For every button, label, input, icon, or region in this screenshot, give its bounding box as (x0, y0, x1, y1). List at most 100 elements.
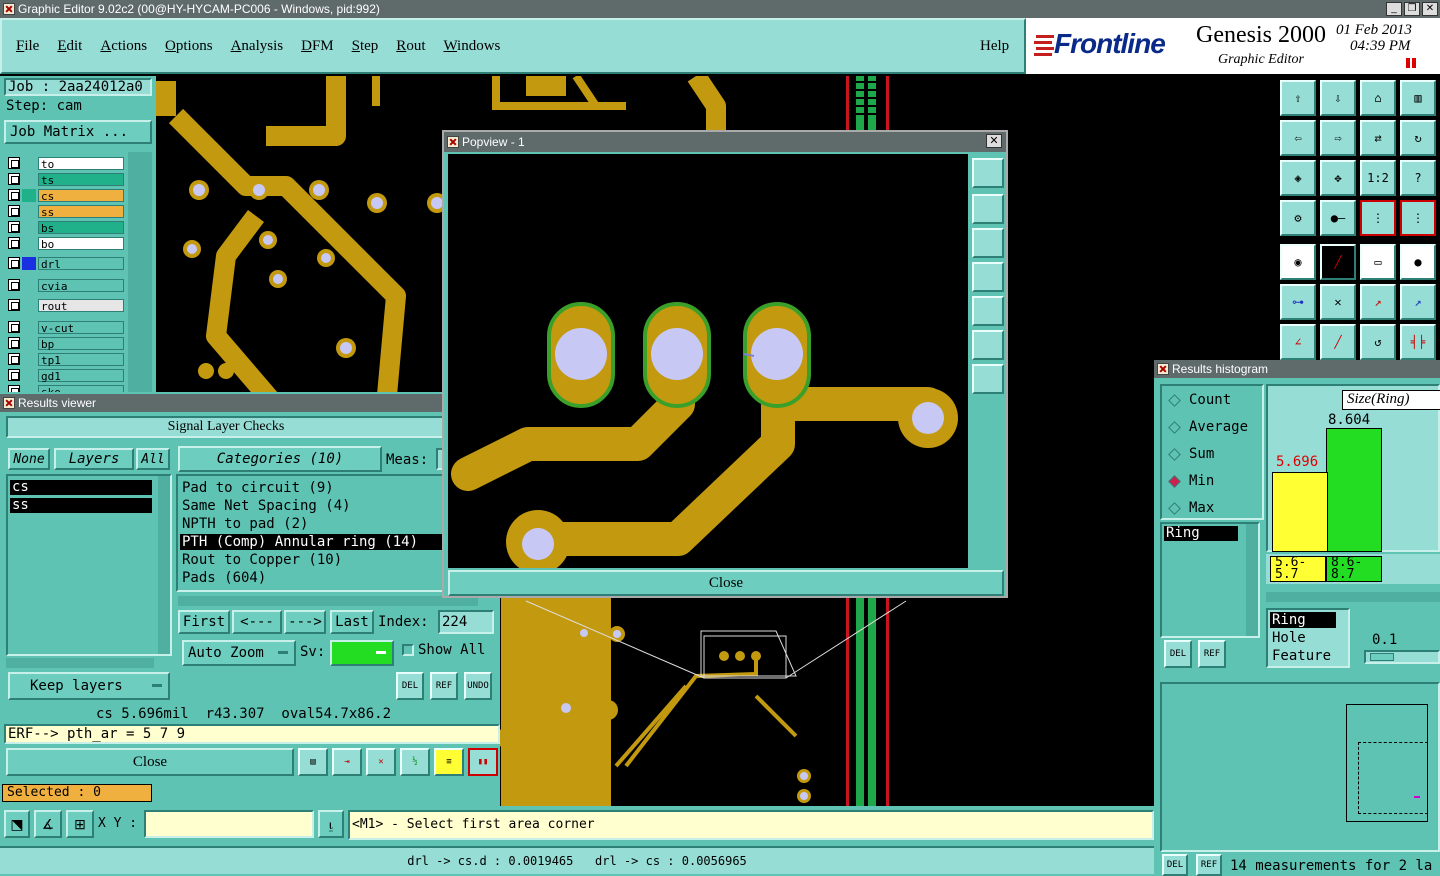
result-layer-item[interactable]: cs (10, 480, 152, 495)
layer-name[interactable]: ss (38, 204, 124, 219)
category-item[interactable]: Rout to Copper (10) (180, 552, 442, 568)
point-to-point-icon[interactable]: ↗ (1360, 284, 1396, 320)
layer-checkbox[interactable] (8, 237, 20, 249)
layer-row[interactable]: ss (8, 204, 124, 219)
layer-color-swatch[interactable] (22, 236, 36, 250)
layer-checkbox[interactable] (8, 299, 20, 311)
layer-color-swatch[interactable] (22, 278, 36, 292)
layer-row[interactable]: ts (8, 172, 124, 187)
close-window-button[interactable]: ✕ (1422, 2, 1438, 16)
radio-diamond-icon[interactable] (1168, 393, 1181, 407)
histogram-overview[interactable] (1160, 682, 1440, 852)
results-close-button[interactable]: Close (6, 748, 294, 776)
ref-button[interactable]: REF (430, 672, 458, 700)
histogram-field-item[interactable]: Ring (1164, 526, 1238, 541)
popview-up-icon[interactable] (972, 194, 1004, 224)
histogram-option[interactable]: Min (1166, 473, 1214, 489)
menu-analysis[interactable]: Analysis (231, 38, 284, 55)
sequence-icon[interactable]: ½ (400, 748, 430, 776)
keep-layers-dropdown[interactable]: Keep layers (8, 672, 170, 700)
show-all-checkbox[interactable] (402, 644, 414, 656)
snap-icon[interactable]: ⬔ (4, 810, 30, 838)
layer-row[interactable]: gd1 (8, 368, 124, 383)
layer-checkbox[interactable] (8, 321, 20, 333)
pan-right-icon[interactable]: ⇨ (1320, 120, 1356, 156)
layer-color-swatch[interactable] (22, 256, 36, 270)
type-item[interactable]: Ring (1270, 612, 1336, 628)
ruler-icon[interactable]: ▭ (1360, 244, 1396, 280)
layer-name[interactable]: bp (38, 336, 124, 351)
popview-left-icon[interactable] (972, 262, 1004, 292)
select-point-icon[interactable]: ◉ (1280, 244, 1316, 280)
none-button[interactable]: None (8, 448, 50, 470)
histogram-h-scrollbar[interactable] (1266, 592, 1440, 602)
popview-close-icon[interactable]: ✕ (986, 134, 1002, 148)
sv-color-dropdown[interactable] (330, 640, 394, 666)
histogram-field-scrollbar[interactable] (1246, 524, 1258, 636)
popview-zoom-fit-icon[interactable] (972, 364, 1004, 394)
layer-color-swatch[interactable] (22, 368, 36, 382)
layer-color-swatch[interactable] (22, 320, 36, 334)
category-h-scrollbar[interactable] (178, 596, 478, 606)
histogram-del-button-bottom[interactable]: DEL (1162, 854, 1188, 876)
menu-options[interactable]: Options (165, 38, 213, 55)
layer-checkbox[interactable] (8, 369, 20, 381)
arc-icon[interactable]: ↺ (1360, 324, 1396, 360)
histogram-ref-button[interactable]: REF (1198, 640, 1226, 668)
category-item[interactable]: Same Net Spacing (4) (180, 498, 442, 514)
radio-diamond-icon[interactable] (1168, 474, 1181, 488)
layer-name[interactable]: cs (38, 188, 124, 203)
layer-row[interactable]: bo (8, 236, 124, 251)
job-matrix-button[interactable]: Job Matrix ... (4, 120, 152, 144)
layer-checkbox[interactable] (8, 337, 20, 349)
categories-button[interactable]: Categories (10) (178, 446, 382, 472)
layer-checkbox[interactable] (8, 353, 20, 365)
histogram-option[interactable]: Sum (1166, 446, 1214, 462)
auto-zoom-dropdown[interactable]: Auto Zoom (182, 640, 296, 666)
zoom-in-icon[interactable]: ✥ (1320, 160, 1356, 196)
layer-color-swatch[interactable] (22, 156, 36, 170)
popview-close-button[interactable]: Close (448, 570, 1004, 596)
scale-one-to-two-icon[interactable]: 1:2 (1360, 160, 1396, 196)
layer-row[interactable]: cvia (8, 278, 124, 293)
layer-row[interactable]: bp (8, 336, 124, 351)
layer-row[interactable]: cs (8, 188, 124, 203)
info-icon[interactable]: ⍸ (318, 810, 344, 838)
scale-slider[interactable] (1364, 650, 1440, 664)
category-item[interactable]: Pads (604) (180, 570, 442, 586)
layer-checkbox[interactable] (8, 205, 20, 217)
layer-color-swatch[interactable] (22, 172, 36, 186)
undo-button[interactable]: UNDO (464, 672, 492, 700)
menu-step[interactable]: Step (352, 38, 379, 55)
layer-result-scrollbar[interactable] (158, 476, 170, 654)
histogram-icon[interactable]: ▮▮ (468, 748, 498, 776)
layer-name[interactable]: gd1 (38, 368, 124, 383)
category-item[interactable]: Pad to circuit (9) (180, 480, 442, 496)
first-button[interactable]: First (178, 610, 230, 634)
layer-color-swatch[interactable] (22, 188, 36, 202)
histogram-del-button[interactable]: DEL (1164, 640, 1192, 668)
layer-name[interactable]: ts (38, 172, 124, 187)
measure-graph-icon[interactable]: ⋮ (1360, 200, 1396, 236)
layer-checkbox[interactable] (8, 257, 20, 269)
type-item[interactable]: Hole (1272, 630, 1306, 646)
layer-color-swatch[interactable] (22, 298, 36, 312)
circle-select-icon[interactable]: ● (1400, 244, 1436, 280)
popview-scale-icon[interactable] (972, 158, 1004, 188)
layer-color-swatch[interactable] (22, 336, 36, 350)
histogram-option[interactable]: Max (1166, 500, 1214, 516)
zoom-fit-icon[interactable]: ◈ (1280, 160, 1316, 196)
split-icon[interactable]: ╡╞ (1400, 324, 1436, 360)
layer-name[interactable]: bs (38, 220, 124, 235)
menu-actions[interactable]: Actions (100, 38, 147, 55)
xy-input[interactable] (144, 810, 314, 838)
delete-result-icon[interactable]: ✕ (366, 748, 396, 776)
layer-row[interactable]: to (8, 156, 124, 171)
layer-checkbox[interactable] (8, 157, 20, 169)
layer-name[interactable]: drl (38, 256, 124, 271)
popview-down-icon[interactable] (972, 228, 1004, 258)
pan-left-icon[interactable]: ⇦ (1280, 120, 1316, 156)
layer-name[interactable]: v-cut (38, 320, 124, 335)
last-button[interactable]: Last (330, 610, 374, 634)
layer-row[interactable]: bs (8, 220, 124, 235)
